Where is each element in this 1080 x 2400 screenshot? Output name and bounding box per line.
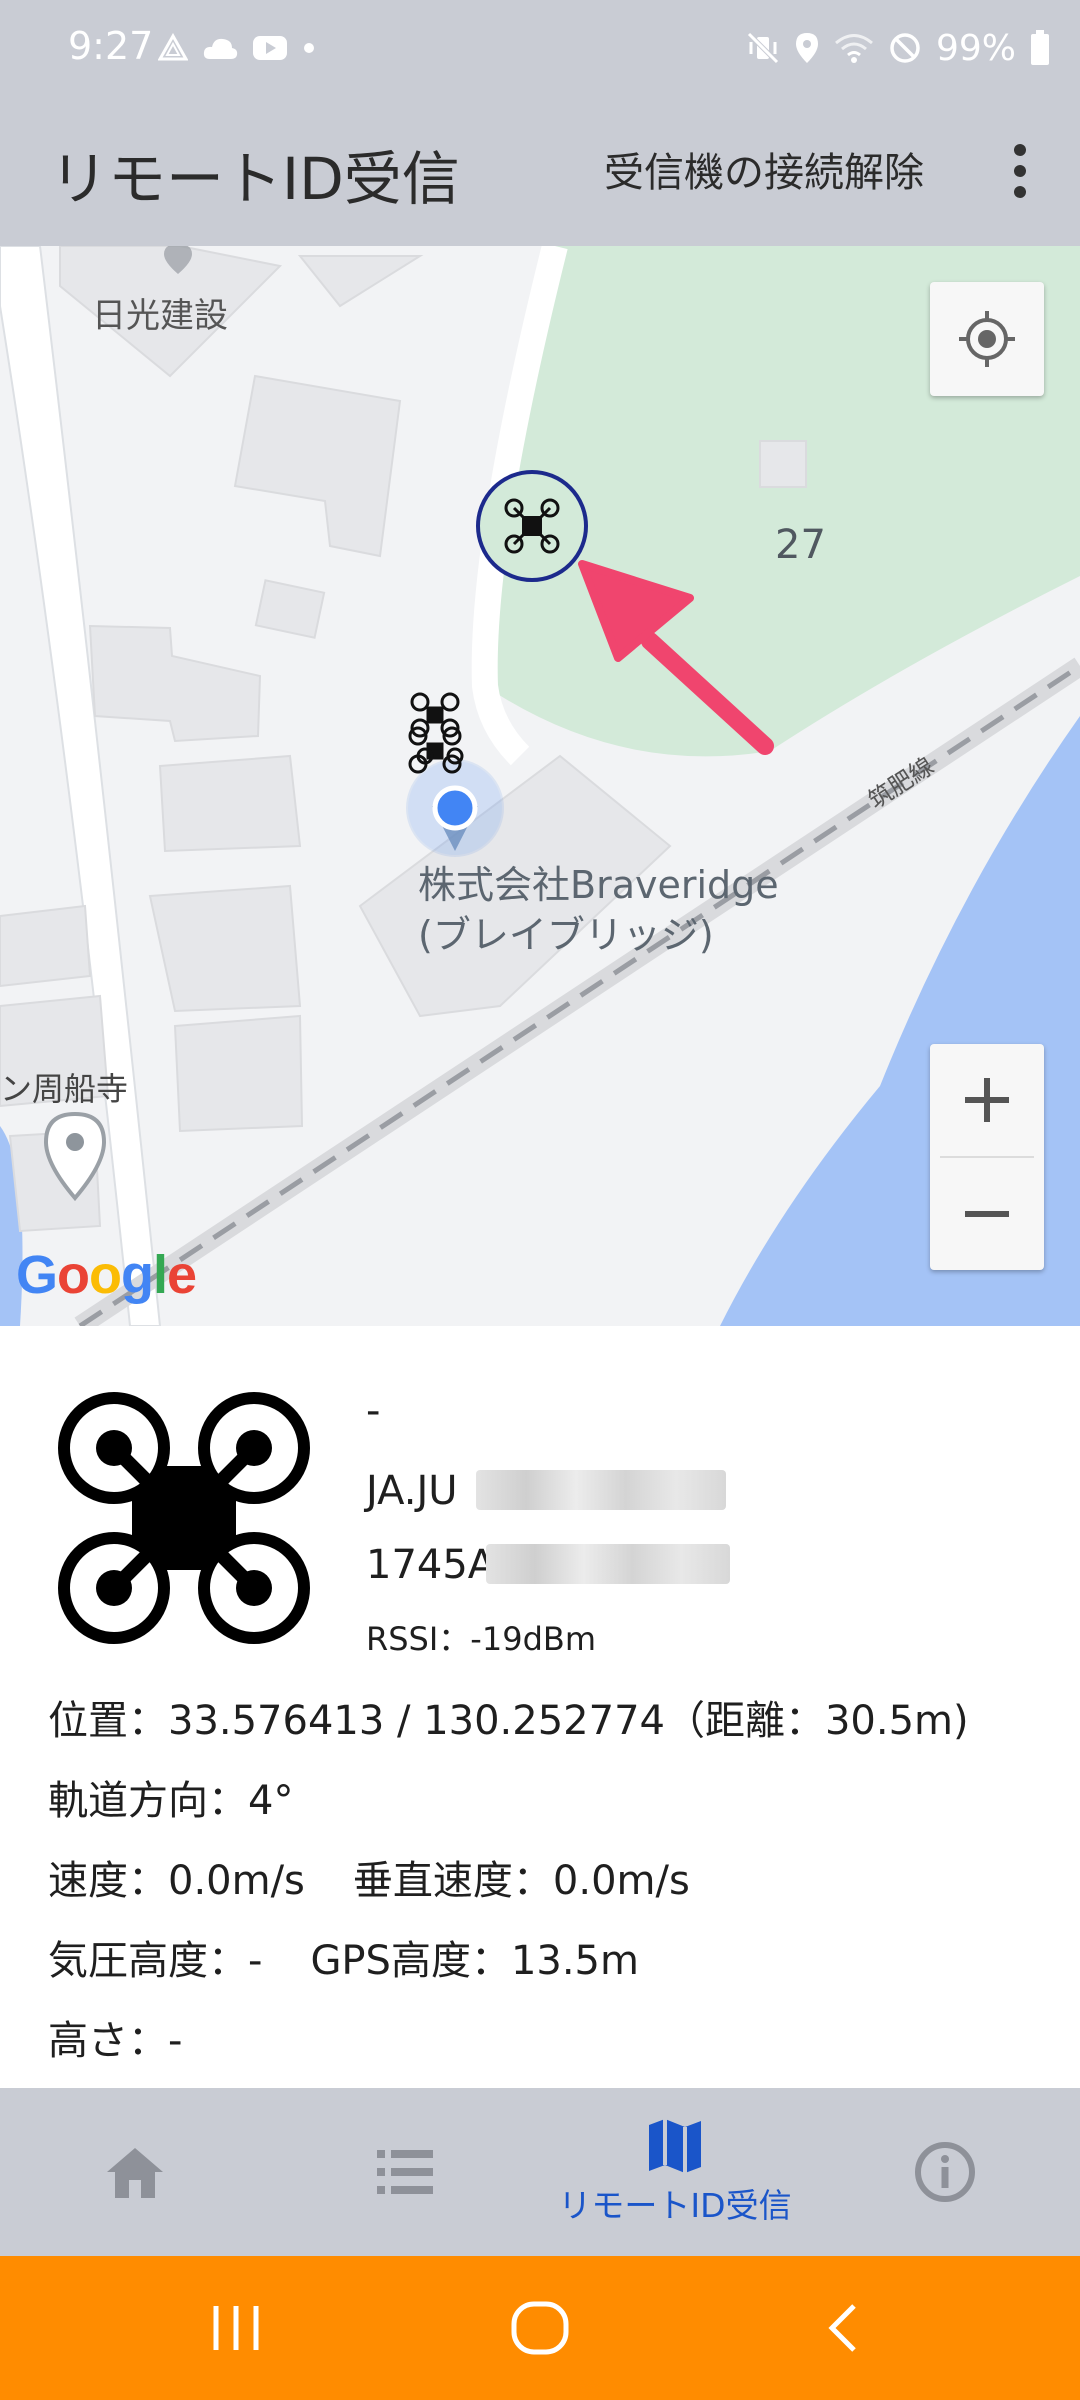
nav-remote-id[interactable]: リモートID受信 — [540, 2088, 810, 2256]
status-time: 9:27 — [68, 24, 154, 68]
home-button[interactable] — [440, 2256, 640, 2400]
system-navigation-bar — [0, 2256, 1080, 2400]
speed-value: 速度：0.0m/s — [48, 1858, 305, 1904]
list-icon — [377, 2150, 433, 2194]
do-not-disturb-icon — [890, 33, 920, 63]
recent-apps-icon — [213, 2306, 259, 2350]
nav-remote-id-label: リモートID受信 — [558, 2186, 792, 2225]
minus-icon — [965, 1211, 1009, 1217]
track-direction-line: 軌道方向：4° — [48, 1778, 294, 1824]
map-view[interactable]: 日光建設 27 筑肥線 ン周船寺 株式会社Braveridge (ブレイブリッジ… — [0, 246, 1080, 1326]
nav-list[interactable] — [270, 2088, 540, 2256]
home-icon — [107, 2148, 163, 2198]
my-location-icon — [959, 311, 1015, 367]
disconnect-receiver-button[interactable]: 受信機の接続解除 — [604, 140, 924, 198]
cloud-icon — [203, 38, 238, 59]
more-vert-icon — [1014, 144, 1026, 198]
youtube-icon — [253, 36, 287, 60]
position-line: 位置：33.576413 / 130.252774（距離：30.5m) — [48, 1698, 969, 1744]
status-notification-icons — [158, 22, 316, 74]
status-bar: 9:27 99% — [0, 0, 1080, 96]
my-location-button[interactable] — [930, 282, 1044, 396]
drone-name: - — [366, 1388, 381, 1434]
bottom-navigation: リモートID受信 — [0, 2088, 1080, 2256]
back-icon — [828, 2304, 856, 2352]
poi-label-braveridge[interactable]: 株式会社Braveridge (ブレイブリッジ) — [418, 860, 779, 960]
nav-info[interactable] — [810, 2088, 1080, 2256]
redacted-registration — [476, 1470, 726, 1510]
drone-icon — [58, 1392, 310, 1644]
highlighted-drone-marker — [476, 470, 588, 582]
status-system-icons: 99% — [746, 22, 1050, 74]
dot-icon — [304, 43, 314, 53]
redacted-serial — [486, 1544, 730, 1584]
home-circle-icon — [511, 2301, 569, 2355]
poi-label-line1: 株式会社Braveridge — [418, 863, 779, 907]
zoom-in-button[interactable] — [930, 1044, 1044, 1156]
mute-vibrate-icon — [747, 32, 779, 64]
altitude-line: 気圧高度：- GPS高度：13.5m — [48, 1928, 639, 1986]
back-button[interactable] — [742, 2256, 942, 2400]
serial-number: 1745A — [366, 1542, 496, 1588]
app-title: リモートID受信 — [50, 145, 460, 213]
speed-line: 速度：0.0m/s 垂直速度：0.0m/s — [48, 1848, 690, 1906]
overflow-menu-button[interactable] — [990, 128, 1050, 214]
gps-altitude-value: GPS高度：13.5m — [310, 1938, 639, 1984]
poi-label-line2: (ブレイブリッジ) — [418, 913, 714, 957]
battery-icon — [1031, 30, 1049, 65]
info-icon — [915, 2142, 975, 2202]
wifi-icon — [835, 34, 873, 63]
vertical-speed-value: 垂直速度：0.0m/s — [352, 1858, 690, 1904]
plus-icon — [965, 1078, 1009, 1122]
recent-apps-button[interactable] — [136, 2256, 336, 2400]
pressure-altitude-value: 気圧高度：- — [48, 1938, 263, 1984]
zoom-controls — [930, 1044, 1044, 1270]
google-logo: Google — [16, 1245, 197, 1305]
map-label-block-number: 27 — [775, 522, 826, 568]
location-pin-icon — [795, 33, 818, 63]
app-bar: リモートID受信 受信機の接続解除 — [0, 96, 1080, 246]
nav-home[interactable] — [0, 2088, 270, 2256]
map-label-company: 日光建設 — [92, 296, 228, 336]
map-icon — [649, 2119, 701, 2173]
zoom-out-button[interactable] — [930, 1158, 1044, 1270]
user-location-dot — [406, 759, 504, 857]
drone-info-panel: - JA.JU 1745A RSSI：-19dBm 位置：33.576413 /… — [0, 1326, 1080, 2088]
rssi-value: RSSI：-19dBm — [366, 1620, 597, 1658]
registration-id: JA.JU — [366, 1468, 458, 1514]
battery-percent: 99% — [935, 27, 1016, 69]
height-line: 高さ：- — [48, 2018, 183, 2064]
map-label-temple: ン周船寺 — [0, 1070, 129, 1108]
triangle-warning-icon — [158, 33, 188, 61]
